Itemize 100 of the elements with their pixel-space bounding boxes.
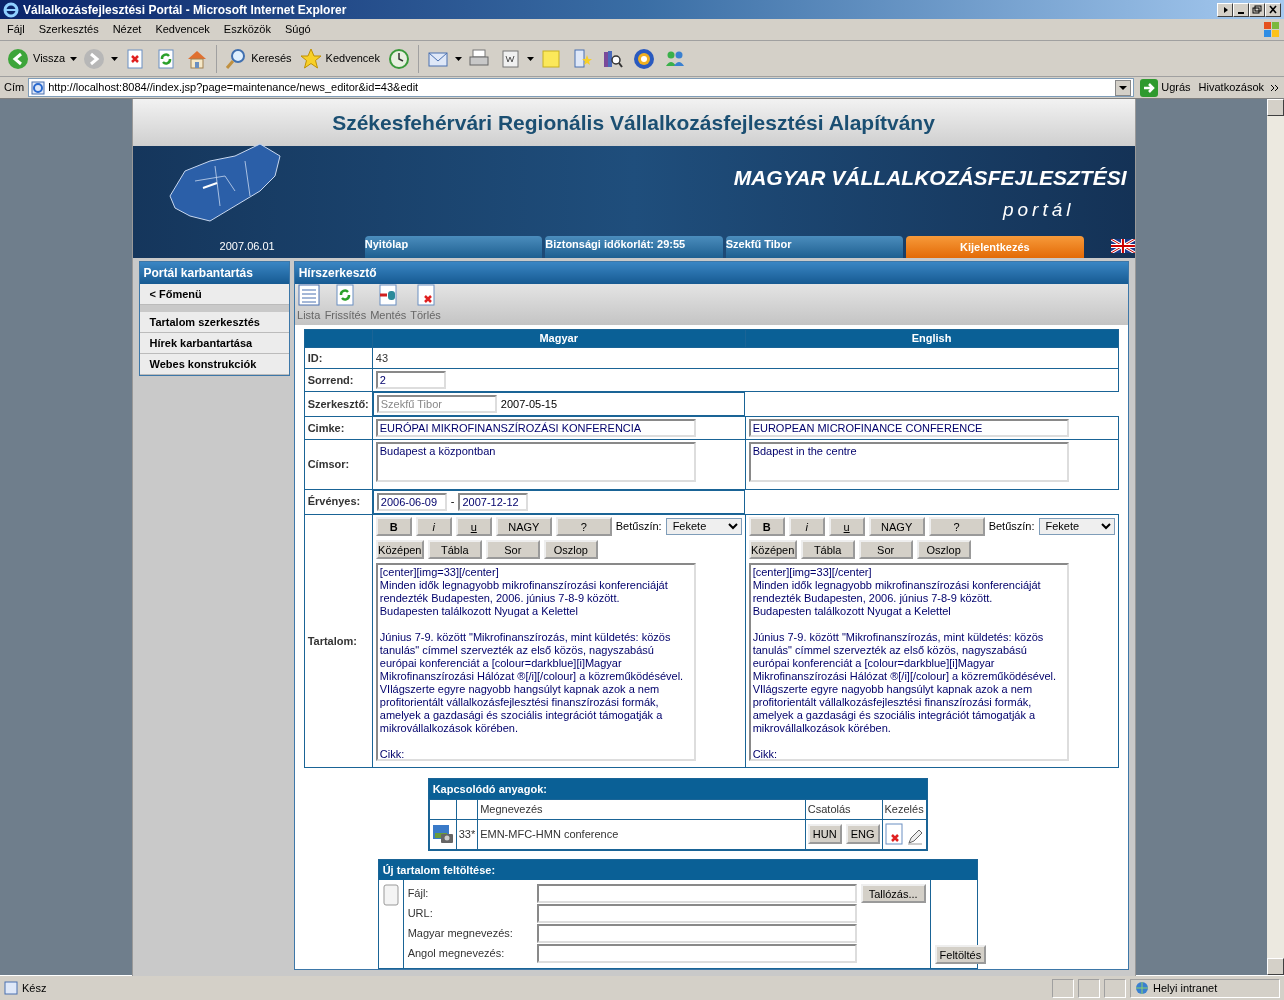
toolbar-button[interactable]: Mentés bbox=[370, 282, 407, 323]
column-header: Kezelés bbox=[882, 799, 927, 819]
layout-button[interactable]: Oszlop bbox=[916, 539, 971, 559]
text-field[interactable]: 2 bbox=[375, 371, 446, 389]
minimize-button[interactable] bbox=[1233, 2, 1249, 17]
layout-button[interactable]: Középen bbox=[748, 539, 797, 559]
text-field[interactable] bbox=[536, 884, 857, 903]
field-label: Tartalom: bbox=[304, 514, 373, 768]
go-button[interactable]: Ugrás bbox=[1138, 76, 1193, 99]
links-button[interactable]: Hivatkozások bbox=[1196, 77, 1266, 98]
text-area[interactable]: Budapest a központban bbox=[375, 442, 696, 482]
scrollbar[interactable] bbox=[1267, 99, 1284, 975]
menu-item[interactable]: Súgó bbox=[277, 21, 318, 38]
chevron-icon bbox=[1270, 83, 1280, 92]
nav-tab[interactable]: Nyitólap bbox=[364, 236, 543, 258]
text-field[interactable] bbox=[536, 904, 857, 923]
layout-button[interactable]: Oszlop bbox=[543, 539, 598, 559]
toolbar-button[interactable]: Keresés bbox=[222, 44, 294, 73]
format-button[interactable]: u bbox=[828, 516, 865, 536]
toolbar-button[interactable]: Frissítés bbox=[324, 282, 367, 323]
format-button[interactable]: NAGY bbox=[495, 516, 552, 536]
layout-button[interactable]: Sor bbox=[858, 539, 913, 559]
text-area[interactable]: Bdapest in the centre bbox=[748, 442, 1069, 482]
field-label: ID: bbox=[304, 347, 373, 369]
format-button[interactable]: i bbox=[415, 516, 452, 536]
panel-title: Hírszerkesztő bbox=[294, 262, 1128, 284]
layout-button[interactable]: Tábla bbox=[800, 539, 855, 559]
upload-button[interactable]: Feltöltés bbox=[934, 944, 987, 964]
column-header: Csatolás bbox=[805, 799, 882, 819]
format-button[interactable]: B bbox=[375, 516, 412, 536]
layout-button[interactable]: Sor bbox=[485, 539, 540, 559]
list-icon bbox=[296, 282, 321, 307]
field-label: Fájl: bbox=[407, 886, 430, 902]
layout-button[interactable]: Középen bbox=[375, 539, 424, 559]
text-field[interactable] bbox=[536, 944, 857, 963]
close-button[interactable] bbox=[1265, 2, 1281, 17]
star-icon bbox=[298, 46, 323, 71]
notepad-icon bbox=[382, 883, 399, 906]
layout-button[interactable]: Tábla bbox=[427, 539, 482, 559]
column-header: Megnevezés bbox=[477, 799, 806, 819]
text-field[interactable]: EUROPEAN MICROFINANCE CONFERENCE bbox=[748, 419, 1069, 437]
field-label: Sorrend: bbox=[304, 368, 373, 392]
field-label: Angol megnevezés: bbox=[407, 946, 506, 962]
status-pane bbox=[1052, 978, 1074, 998]
field-label: Érvényes: bbox=[304, 489, 373, 514]
color-select[interactable]: Fekete bbox=[1038, 517, 1115, 535]
format-button[interactable]: B bbox=[748, 516, 785, 536]
format-button[interactable]: ? bbox=[555, 516, 612, 536]
forward-arrow-button[interactable] bbox=[1217, 2, 1233, 17]
address-label: Cím bbox=[4, 80, 25, 96]
browse-button[interactable]: Tallózás... bbox=[860, 884, 926, 903]
history-icon bbox=[387, 46, 411, 71]
date-field[interactable]: 2007-12-12 bbox=[458, 492, 529, 511]
page-icon bbox=[31, 80, 46, 95]
banner-subtitle: portál bbox=[1002, 198, 1075, 222]
attach-button[interactable]: ENG bbox=[845, 824, 880, 844]
format-button[interactable]: u bbox=[455, 516, 492, 536]
panel-title: Portál karbantartás bbox=[139, 262, 289, 284]
toolbar-button[interactable]: Lista bbox=[296, 282, 321, 323]
nav-tab[interactable]: Biztonsági időkorlát: 29:55 bbox=[545, 236, 723, 258]
color-select[interactable]: Fekete bbox=[665, 517, 742, 535]
text-field[interactable] bbox=[536, 924, 857, 943]
field-label: Magyar megnevezés: bbox=[407, 926, 514, 942]
minimize-icon bbox=[1238, 11, 1244, 14]
date-field[interactable]: 2006-06-09 bbox=[376, 492, 447, 511]
status-pane bbox=[1104, 978, 1126, 998]
content-editor[interactable]: [center][img=33][/center] Minden idők legnagyobb mikrofinanszírozási konferenciáját rendezték Budapesten, 2006. június 7-8-9 között. Budapesten találkozott Nyugat a Kelettel Június 7-9. között "Mikrofinanszírozás, mint küldetés: közös tanulás" címmel szervezték az első közös, nagyszabású európai konferenciát a [colour=darkblue][i]Magyar Mikrofinanszírozási Hálózat ®[/i][/colour] a közreműködésével. VIlágszerte egyre nagyobb hangsúlyt kapnak azok a nem profitorientált vállalkozásfejlesztési finanszírozási formák, amelyek a gazdasági és szociális integrációt támogatják a mikrovállalkozások körében. Cikk: bbox=[748, 562, 1069, 761]
attach-button[interactable]: HUN bbox=[807, 824, 842, 844]
table-cell: EMN-MFC-HMN conference bbox=[477, 819, 806, 849]
delete-icon bbox=[884, 823, 903, 845]
content-editor[interactable]: [center][img=33][/center] Minden idők legnagyobb mikrofinanszírozási konferenciáját rendezték Budapesten, 2006. június 7-8-9 között. Budapesten találkozott Nyugat a Kelettel Június 7-9. között "Mikrofinanszírozás, mint küldetés: közös tanulás" címmel szervezték az első közös, nagyszabású európai konferenciát a [colour=darkblue][i]Magyar Mikrofinanszírozási Hálózat ®[/i][/colour] a közreműködésével. VIlágszerte egyre nagyobb hangsúlyt kapnak azok a nem profitorientált vállalkozásfejlesztési finanszírozási formák, amelyek a gazdasági és szociális integrációt támogatják a mikrovállalkozások körében. Cikk: bbox=[375, 562, 696, 761]
address-field[interactable]: http://localhost:8084//index.jsp?page=maintenance/news_editor&id=43&edit bbox=[28, 78, 1135, 97]
toolbar-button[interactable]: Vissza bbox=[4, 44, 68, 73]
nav-tab[interactable]: Szekfű Tibor bbox=[725, 236, 904, 258]
menu-item[interactable]: Eszközök bbox=[216, 21, 278, 38]
field-label: Címsor: bbox=[304, 439, 373, 489]
toolbar-button[interactable]: Törlés bbox=[410, 282, 441, 323]
column-header: English bbox=[745, 329, 1118, 347]
table-title: Új tartalom feltöltése: bbox=[378, 859, 977, 880]
field-label: URL: bbox=[407, 906, 434, 922]
format-button[interactable]: i bbox=[788, 516, 825, 536]
format-button[interactable]: ? bbox=[928, 516, 985, 536]
sidebar-item[interactable]: Hírek karbantartása bbox=[139, 333, 289, 354]
pencil-icon bbox=[906, 829, 923, 845]
menu-item[interactable]: Szerkesztés bbox=[31, 21, 106, 38]
text-field[interactable]: EURÓPAI MIKROFINANSZÍROZÁSI KONFERENCIA bbox=[375, 419, 696, 437]
restore-icon bbox=[1252, 4, 1262, 15]
edit-button[interactable] bbox=[906, 829, 923, 845]
sidebar-item[interactable]: Tartalom szerkesztés bbox=[139, 312, 289, 333]
restore-button[interactable] bbox=[1249, 2, 1265, 17]
menu-item[interactable]: Fájl bbox=[0, 21, 32, 38]
forward-icon bbox=[82, 46, 107, 71]
menu-item[interactable]: Kedvencek bbox=[148, 21, 217, 38]
sidebar-item[interactable]: Webes konstrukciók bbox=[139, 354, 289, 375]
field-label: Cimke: bbox=[304, 416, 373, 440]
delete-button[interactable] bbox=[884, 823, 903, 845]
menu-item[interactable]: Nézet bbox=[105, 21, 149, 38]
back-link[interactable]: < Főmenü bbox=[139, 284, 289, 305]
format-button[interactable]: NAGY bbox=[868, 516, 925, 536]
toolbar-button[interactable]: Kedvencek bbox=[296, 44, 382, 73]
